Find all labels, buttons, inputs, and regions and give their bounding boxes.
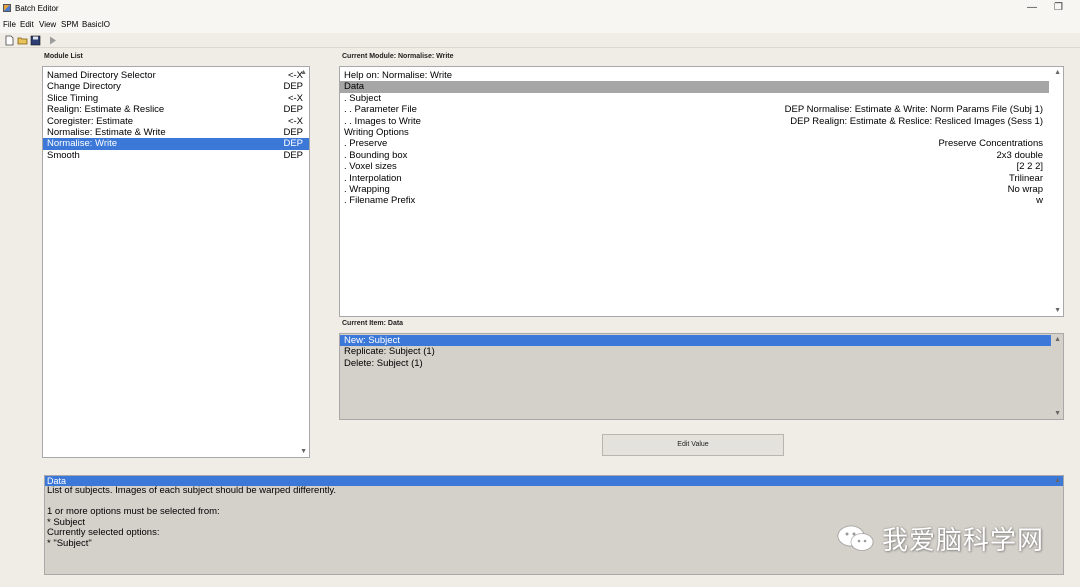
current-module-list[interactable]: Help on: Normalise: Write Data . Subject… — [339, 66, 1064, 317]
module-item[interactable]: Coregister: Estimate <-X — [43, 116, 309, 127]
module-option-row[interactable]: . Interpolation Trilinear — [340, 173, 1049, 184]
scroll-up-icon[interactable]: ▲ — [1054, 336, 1061, 343]
module-option-row[interactable]: . Bounding box 2x3 double — [340, 150, 1049, 161]
module-item[interactable]: Change Directory DEP — [43, 81, 309, 92]
scroll-up-icon[interactable]: ▲ — [1054, 477, 1061, 484]
menu-file[interactable]: File — [3, 20, 16, 29]
open-folder-icon[interactable] — [17, 35, 28, 46]
help-line: List of subjects. Images of each subject… — [47, 485, 337, 496]
watermark-text: 我爱脑科学网 — [882, 524, 1045, 555]
module-option-row[interactable]: . Voxel sizes [2 2 2] — [340, 161, 1049, 172]
module-list-label: Module List — [44, 53, 83, 60]
item-action[interactable]: Delete: Subject (1) — [340, 358, 1063, 369]
module-item[interactable]: Named Directory Selector <-X — [43, 70, 309, 81]
module-item[interactable]: Realign: Estimate & Reslice DEP — [43, 104, 309, 115]
scroll-down-icon[interactable]: ▼ — [300, 448, 307, 455]
save-icon[interactable] — [30, 35, 41, 46]
scroll-up-icon[interactable]: ▲ — [1054, 69, 1061, 76]
item-action-selected[interactable]: New: Subject — [340, 335, 1051, 347]
watermark: 我爱脑科学网 — [836, 520, 1044, 556]
scroll-down-icon[interactable]: ▼ — [1054, 307, 1061, 314]
run-icon[interactable] — [47, 35, 58, 46]
help-line: 1 or more options must be selected from: — [47, 506, 220, 517]
menu-edit[interactable]: Edit — [20, 20, 34, 29]
module-item[interactable]: Slice Timing <-X — [43, 93, 309, 104]
toolbar — [0, 33, 1080, 48]
restore-button[interactable]: ❐ — [1054, 2, 1063, 13]
scroll-down-icon[interactable]: ▼ — [1054, 410, 1061, 417]
wechat-icon — [837, 525, 874, 551]
minimize-button[interactable]: — — [1027, 2, 1037, 13]
module-item[interactable]: Smooth DEP — [43, 150, 309, 161]
menu-spm[interactable]: SPM — [61, 20, 78, 29]
menu-bar: File Edit View SPM BasicIO — [0, 17, 1080, 33]
item-action[interactable]: Replicate: Subject (1) — [340, 346, 1063, 357]
module-option-row[interactable]: . Filename Prefix w — [340, 195, 1049, 206]
module-option-row-selected[interactable]: Data — [340, 81, 1049, 93]
module-item-selected[interactable]: Normalise: Write DEP — [43, 138, 309, 150]
matlab-app-icon — [3, 4, 11, 12]
scroll-up-icon[interactable]: ▲ — [300, 69, 307, 76]
module-option-row[interactable]: Help on: Normalise: Write — [340, 70, 1049, 81]
current-item-list[interactable]: New: Subject Replicate: Subject (1) Dele… — [339, 333, 1064, 420]
current-item-label: Current Item: Data — [342, 320, 404, 327]
module-option-row[interactable]: . Preserve Preserve Concentrations — [340, 138, 1049, 149]
menu-basicio[interactable]: BasicIO — [82, 20, 110, 29]
module-option-row[interactable]: . Subject — [340, 93, 1049, 104]
new-file-icon[interactable] — [4, 35, 15, 46]
module-option-row[interactable]: . . Parameter File DEP Normalise: Estimat… — [340, 104, 1049, 115]
window-title: Batch Editor — [15, 4, 59, 13]
module-option-row[interactable]: . Wrapping No wrap — [340, 184, 1049, 195]
module-option-row[interactable]: Writing Options — [340, 127, 1049, 138]
menu-view[interactable]: View — [39, 20, 56, 29]
current-module-label: Current Module: Normalise: Write — [342, 53, 454, 60]
module-option-row[interactable]: . . Images to Write DEP Realign: Estimate… — [340, 116, 1049, 127]
module-item[interactable]: Normalise: Estimate & Write DEP — [43, 127, 309, 138]
module-list[interactable]: Named Directory Selector <-X Change Direc… — [42, 66, 310, 458]
edit-value-button[interactable]: Edit Value — [602, 434, 784, 456]
title-bar: Batch Editor — ❐ — [0, 0, 1080, 17]
